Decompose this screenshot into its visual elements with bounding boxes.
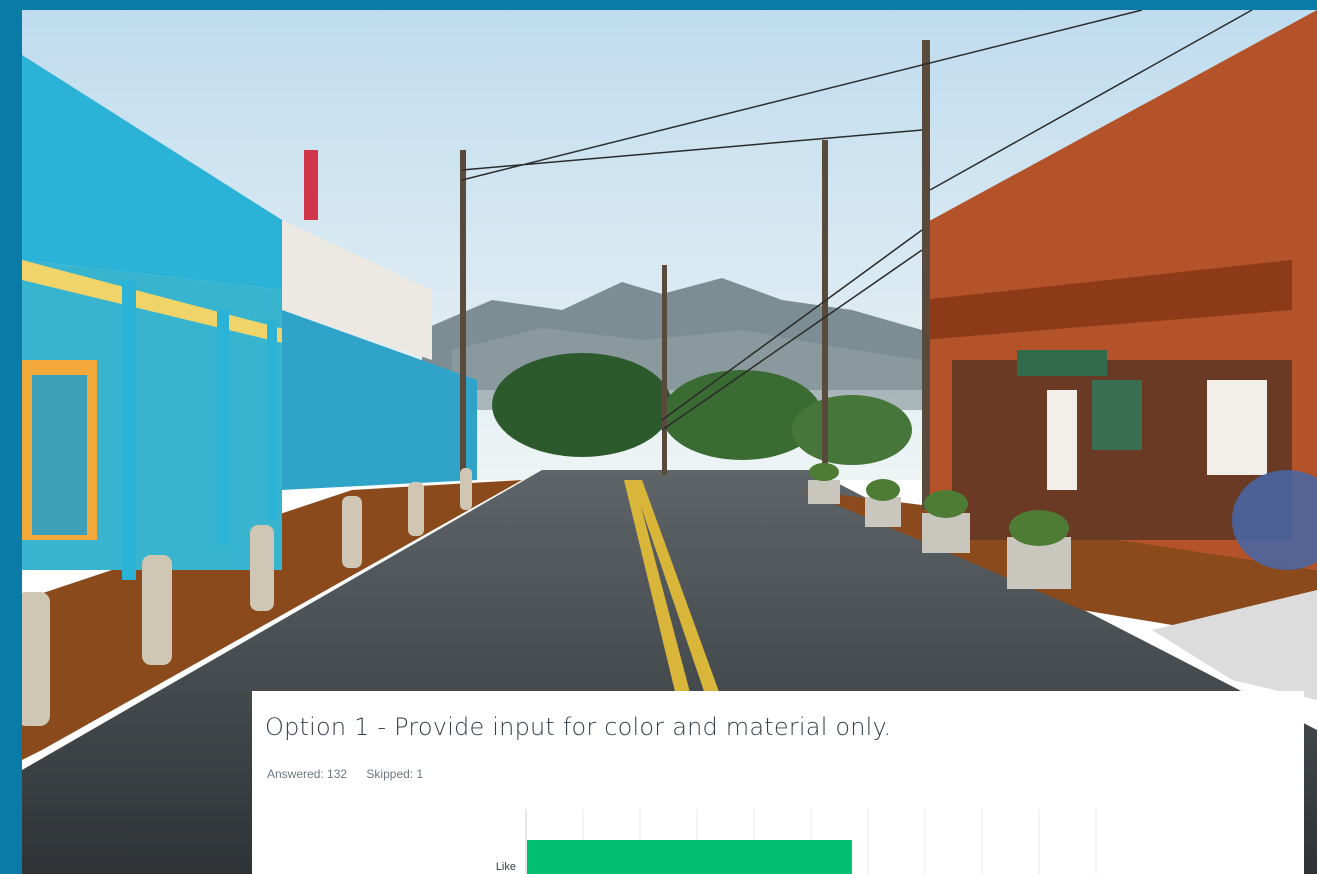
category-label: Like <box>496 861 516 873</box>
answered-label: Answered: <box>267 767 324 781</box>
skipped-count: 1 <box>416 767 424 781</box>
flag <box>304 150 318 220</box>
question-title: Option 1 - Provide input for color and m… <box>265 713 892 741</box>
response-stats: Answered: 132 Skipped: 1 <box>267 767 423 781</box>
window-top-border <box>0 0 1317 10</box>
window-left-border <box>0 0 22 874</box>
answered-count: 132 <box>327 767 348 781</box>
bar-like <box>527 840 852 874</box>
utility-pole <box>460 150 466 480</box>
skipped-label: Skipped: <box>366 767 414 781</box>
bollard <box>22 592 50 726</box>
response-bar-chart: Like <box>496 809 1097 874</box>
survey-question-card: Option 1 - Provide input for color and m… <box>252 691 1304 874</box>
trees <box>492 353 672 457</box>
